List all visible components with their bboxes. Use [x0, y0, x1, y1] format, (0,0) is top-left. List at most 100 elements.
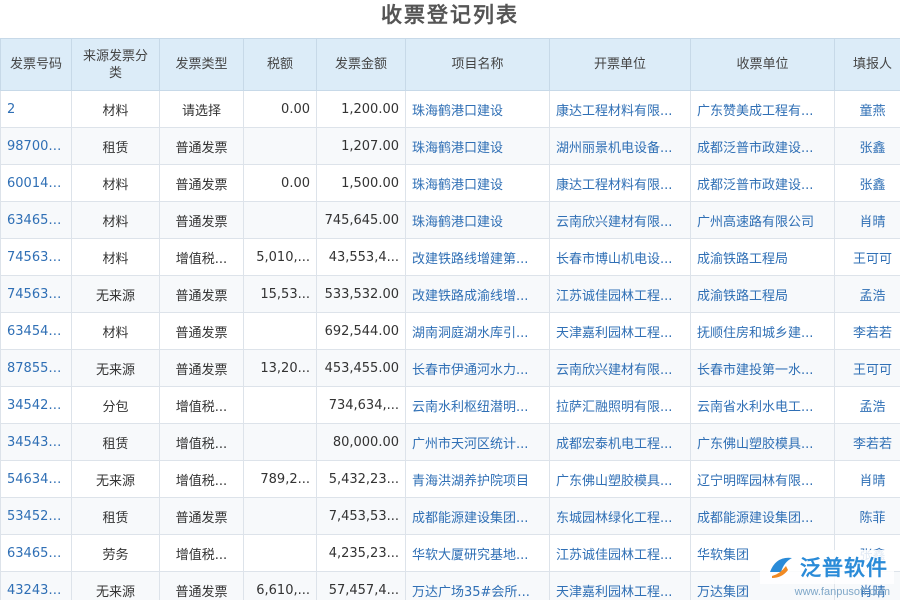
column-header-invoice-amount[interactable]: 发票金额 [316, 38, 406, 91]
cell-receiver[interactable]: 成渝铁路工程局 [690, 238, 835, 276]
cell-invoice-number[interactable]: 34542534 [0, 386, 72, 424]
cell-reporter[interactable]: 孟浩 [834, 275, 900, 313]
cell-receiver[interactable]: 成都泛普市政建设... [690, 127, 835, 165]
column-header-issuer[interactable]: 开票单位 [549, 38, 691, 91]
cell-receiver[interactable]: 抚顺住房和城乡建... [690, 312, 835, 350]
table-row[interactable]: 98700-4... 租赁 普通发票 1,207.00 珠海鹤港口建设 湖州丽景机电设备.… [0, 127, 900, 165]
cell-source-category: 材料 [71, 238, 160, 276]
cell-reporter[interactable]: 陈菲 [834, 497, 900, 535]
cell-tax-amount: 6,610,... [243, 571, 317, 600]
cell-invoice-number[interactable]: 6001458... [0, 164, 72, 202]
cell-reporter[interactable]: 孟浩 [834, 386, 900, 424]
invoice-table: 发票号码 来源发票分类 发票类型 税额 发票金额 项目名称 开票单位 收票单位 填报人 2 材料请… [0, 38, 900, 600]
cell-invoice-number[interactable]: 98700-4... [0, 127, 72, 165]
cell-issuer[interactable]: 广东佛山塑胶模具... [549, 460, 691, 498]
table-row[interactable]: 74563666 无来源 普通发票 15,53... 533,532.00 改建铁路成渝线… [0, 275, 900, 313]
cell-receiver[interactable]: 广东赞美成工程有... [690, 90, 835, 128]
cell-receiver[interactable]: 长春市建投第一水... [690, 349, 835, 387]
cell-project-name[interactable]: 珠海鹤港口建设 [405, 127, 550, 165]
column-header-project-name[interactable]: 项目名称 [405, 38, 550, 91]
cell-project-name[interactable]: 长春市伊通河水力... [405, 349, 550, 387]
cell-invoice-number[interactable]: 34543634 [0, 423, 72, 461]
cell-project-name[interactable]: 珠海鹤港口建设 [405, 90, 550, 128]
cell-reporter[interactable]: 肖晴 [834, 201, 900, 239]
cell-project-name[interactable]: 华软大厦研究基地... [405, 534, 550, 572]
table-row[interactable]: 87855666 无来源 普通发票 13,20... 453,455.00 长春市伊通河水… [0, 349, 900, 387]
cell-invoice-number[interactable]: 53452555 [0, 497, 72, 535]
cell-reporter[interactable]: 王可可 [834, 238, 900, 276]
cell-issuer[interactable]: 云南欣兴建材有限... [549, 349, 691, 387]
cell-issuer[interactable]: 江苏诚佳园林工程... [549, 534, 691, 572]
cell-source-category: 材料 [71, 90, 160, 128]
cell-issuer[interactable]: 康达工程材料有限... [549, 90, 691, 128]
cell-reporter[interactable]: 张鑫 [834, 164, 900, 202]
cell-invoice-number[interactable]: 63454363 [0, 312, 72, 350]
cell-project-name[interactable]: 青海洪湖养护院项目 [405, 460, 550, 498]
cell-issuer[interactable]: 成都宏泰机电工程... [549, 423, 691, 461]
cell-reporter[interactable]: 李若若 [834, 312, 900, 350]
brand-logo-text: 泛普软件 [800, 556, 888, 580]
cell-receiver[interactable]: 成都泛普市政建设... [690, 164, 835, 202]
cell-issuer[interactable]: 湖州丽景机电设备... [549, 127, 691, 165]
cell-issuer[interactable]: 拉萨汇融照明有限... [549, 386, 691, 424]
cell-invoice-number[interactable]: 74563666 [0, 238, 72, 276]
table-row[interactable]: 54634634 无来源 增值税... 789,2... 5,432,23... 青海洪湖… [0, 460, 900, 498]
cell-issuer[interactable]: 云南欣兴建材有限... [549, 201, 691, 239]
cell-reporter[interactable]: 李若若 [834, 423, 900, 461]
cell-reporter[interactable]: 肖晴 [834, 460, 900, 498]
cell-tax-amount [243, 534, 317, 572]
cell-project-name[interactable]: 湖南洞庭湖水库引... [405, 312, 550, 350]
cell-invoice-number[interactable]: 74563666 [0, 275, 72, 313]
cell-receiver[interactable]: 成渝铁路工程局 [690, 275, 835, 313]
cell-project-name[interactable]: 万达广场35#会所... [405, 571, 550, 600]
cell-invoice-number[interactable]: 43243244 [0, 571, 72, 600]
cell-reporter[interactable]: 王可可 [834, 349, 900, 387]
cell-issuer[interactable]: 天津嘉利园林工程... [549, 571, 691, 600]
cell-receiver[interactable]: 辽宁明晖园林有限... [690, 460, 835, 498]
cell-project-name[interactable]: 云南水利枢纽潜明... [405, 386, 550, 424]
cell-invoice-number[interactable]: 2 [0, 90, 72, 128]
cell-invoice-number[interactable]: 54634634 [0, 460, 72, 498]
column-header-invoice-number[interactable]: 发票号码 [0, 38, 72, 91]
cell-issuer[interactable]: 康达工程材料有限... [549, 164, 691, 202]
cell-issuer[interactable]: 江苏诚佳园林工程... [549, 275, 691, 313]
cell-invoice-number[interactable]: 63465345 [0, 534, 72, 572]
cell-issuer[interactable]: 天津嘉利园林工程... [549, 312, 691, 350]
cell-reporter[interactable]: 童燕 [834, 90, 900, 128]
cell-receiver[interactable]: 云南省水利水电工... [690, 386, 835, 424]
cell-invoice-amount: 43,553,4... [316, 238, 406, 276]
cell-project-name[interactable]: 珠海鹤港口建设 [405, 164, 550, 202]
cell-invoice-number[interactable]: 87855666 [0, 349, 72, 387]
cell-tax-amount [243, 423, 317, 461]
cell-reporter[interactable]: 张鑫 [834, 127, 900, 165]
cell-receiver[interactable]: 广州高速路有限公司 [690, 201, 835, 239]
table-row[interactable]: 63465364 材料 普通发票 745,645.00 珠海鹤港口建设 云南欣兴建材有限.… [0, 201, 900, 239]
cell-invoice-amount: 734,634,... [316, 386, 406, 424]
cell-issuer[interactable]: 东城园林绿化工程... [549, 497, 691, 535]
column-header-invoice-type[interactable]: 发票类型 [159, 38, 244, 91]
invoice-table-container[interactable]: 发票号码 来源发票分类 发票类型 税额 发票金额 项目名称 开票单位 收票单位 填报人 2 材料请… [0, 38, 900, 600]
cell-project-name[interactable]: 珠海鹤港口建设 [405, 201, 550, 239]
column-header-source-category[interactable]: 来源发票分类 [71, 38, 160, 91]
cell-issuer[interactable]: 长春市博山机电设... [549, 238, 691, 276]
table-row[interactable]: 63454363 材料 普通发票 692,544.00 湖南洞庭湖水库引... 天津嘉利园… [0, 312, 900, 350]
table-row[interactable]: 2 材料 请选择 0.00 1,200.00 珠海鹤港口建设 康达工程材料有限... 广东赞美… [0, 90, 900, 128]
table-row[interactable]: 53452555 租赁 普通发票 7,453,53... 成都能源建设集团... 东城园林… [0, 497, 900, 535]
column-header-tax-amount[interactable]: 税额 [243, 38, 317, 91]
column-header-receiver[interactable]: 收票单位 [690, 38, 835, 91]
table-row[interactable]: 74563666 材料 增值税... 5,010,... 43,553,4... 改建铁路… [0, 238, 900, 276]
page-title: 收票登记列表 [381, 3, 519, 27]
table-row[interactable]: 34543634 租赁 增值税... 80,000.00 广州市天河区统计... 成都宏泰… [0, 423, 900, 461]
column-header-reporter[interactable]: 填报人 [834, 38, 900, 91]
cell-receiver[interactable]: 广东佛山塑胶模具... [690, 423, 835, 461]
cell-project-name[interactable]: 改建铁路线增建第... [405, 238, 550, 276]
cell-project-name[interactable]: 广州市天河区统计... [405, 423, 550, 461]
table-row[interactable]: 34542534 分包 增值税... 734,634,... 云南水利枢纽潜明... 拉萨… [0, 386, 900, 424]
cell-project-name[interactable]: 成都能源建设集团... [405, 497, 550, 535]
cell-invoice-number[interactable]: 63465364 [0, 201, 72, 239]
cell-source-category: 无来源 [71, 460, 160, 498]
cell-receiver[interactable]: 成都能源建设集团... [690, 497, 835, 535]
cell-source-category: 材料 [71, 164, 160, 202]
table-row[interactable]: 6001458... 材料 普通发票 0.00 1,500.00 珠海鹤港口建设 康达工程材… [0, 164, 900, 202]
cell-project-name[interactable]: 改建铁路成渝线增... [405, 275, 550, 313]
